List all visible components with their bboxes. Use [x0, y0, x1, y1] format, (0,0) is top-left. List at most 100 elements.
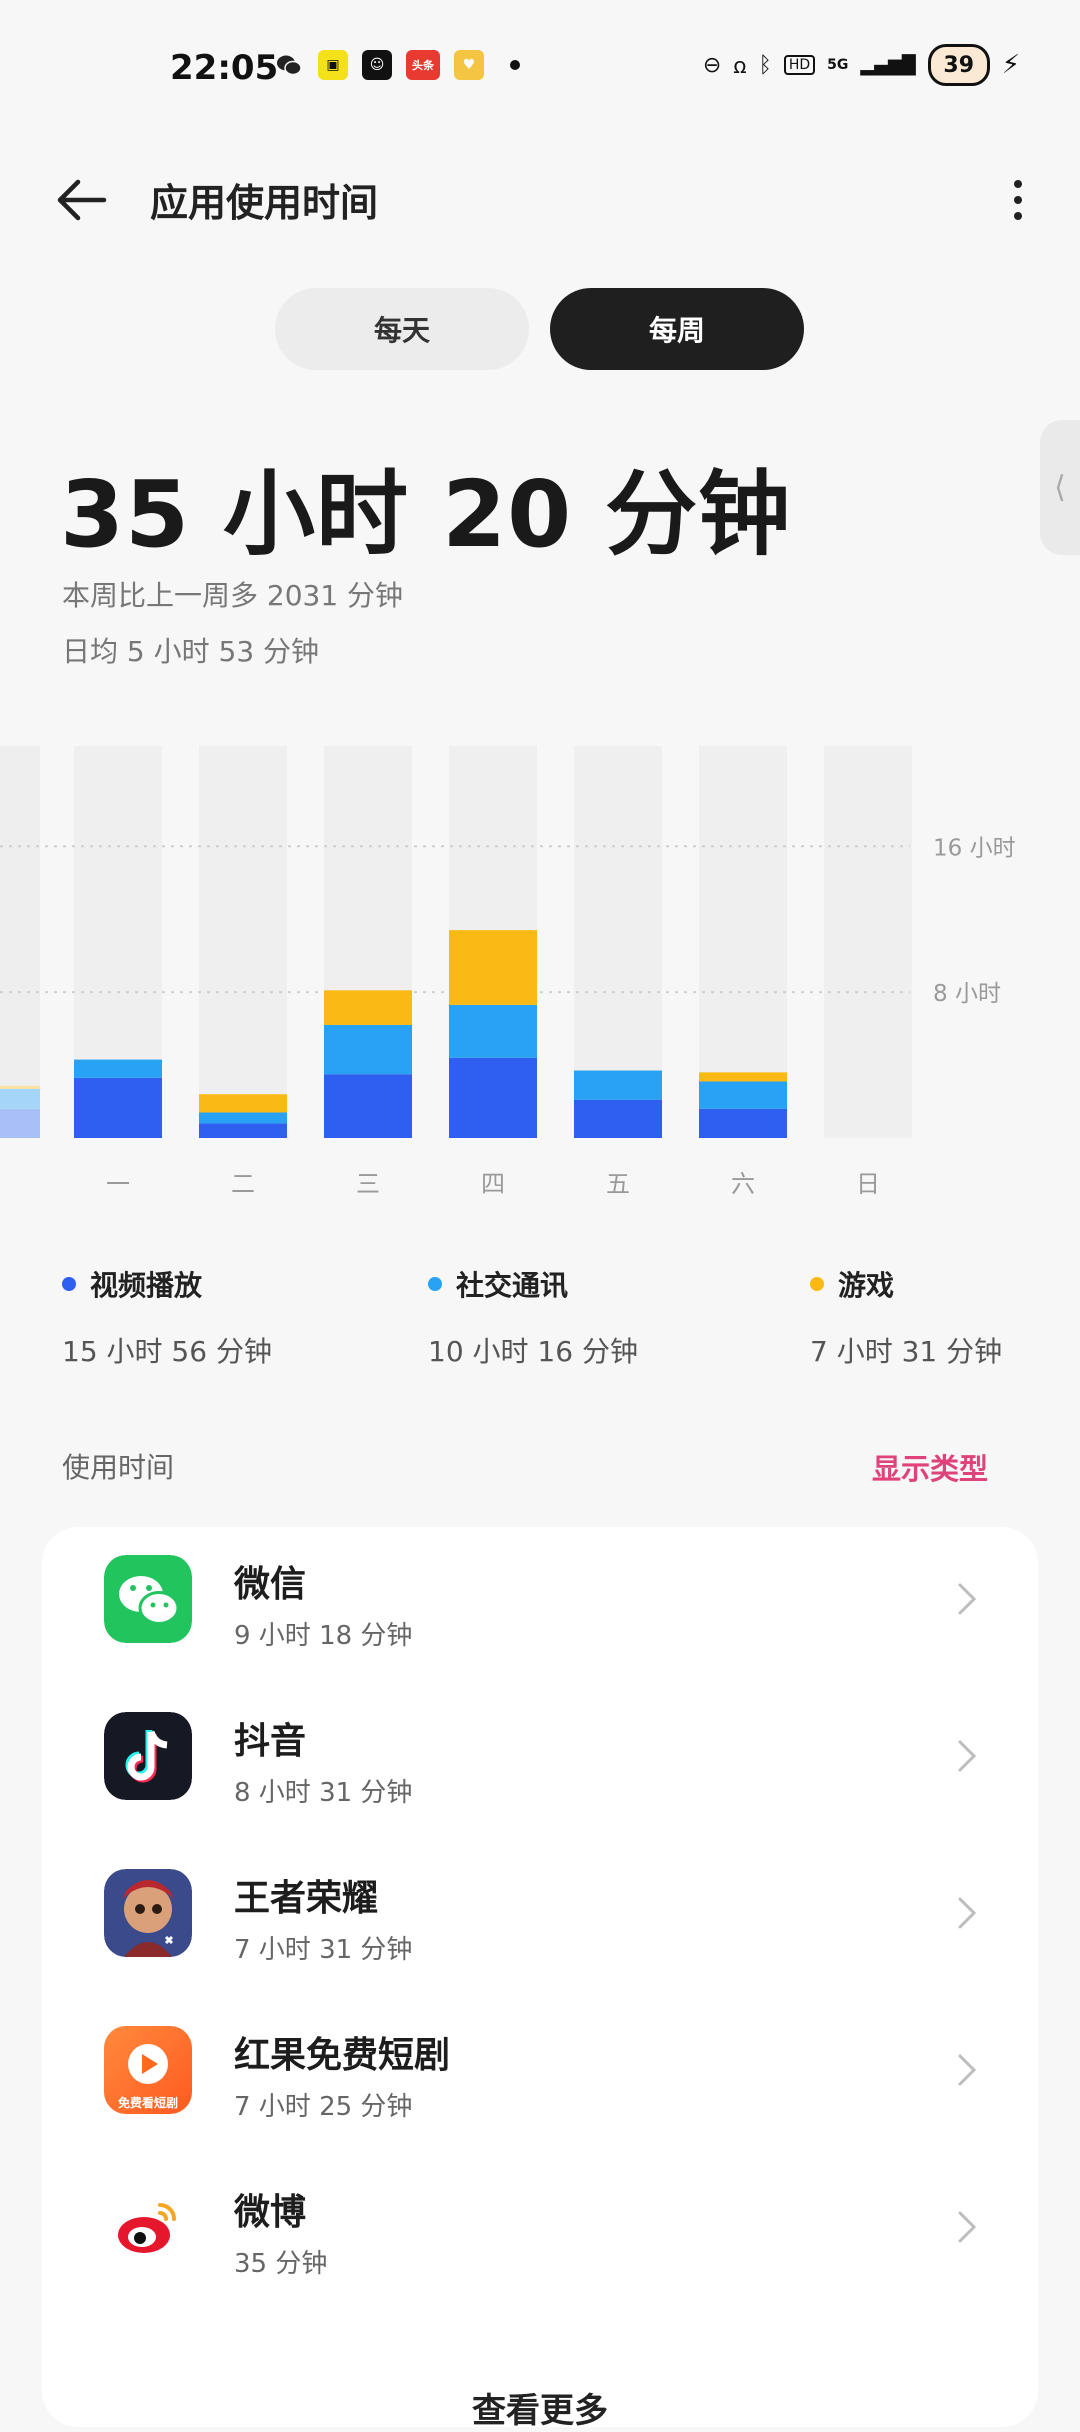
chart-bar-segment [699, 1108, 787, 1138]
nfc-icon: ꭥ [733, 54, 747, 79]
mode-icon: ⊖ [702, 52, 722, 78]
chart-bar-segment [699, 1072, 787, 1082]
chart-y-tick-label: 16 小时 [933, 835, 1016, 861]
toutiao-icon: 头条 [406, 50, 440, 80]
legend-dot [62, 1277, 76, 1291]
tab-weekly[interactable]: 每周 [550, 288, 804, 370]
chart-x-tick-label: 四 [481, 1170, 505, 1198]
status-time: 22:05 [170, 48, 279, 88]
chevron-right-icon [958, 1897, 977, 1929]
app-usage-time: 8 小时 31 分钟 [234, 1778, 413, 1808]
legend-total: 10 小时 16 分钟 [428, 1335, 638, 1368]
chart-bar-segment-previous [0, 1108, 40, 1138]
chart-x-tick-label: 三 [356, 1170, 380, 1198]
hd-icon: HD [783, 55, 816, 75]
week-comparison: 本周比上一周多 2031 分钟 [62, 579, 404, 612]
app-name: 微博 [234, 2192, 307, 2233]
app-name: 微信 [234, 1564, 307, 1605]
tab-daily[interactable]: 每天 [275, 288, 529, 370]
legend-item-games: 游戏 7 小时 31 分钟 [810, 1264, 1002, 1370]
status-right: ⊖ ꭥ ᛒ HD 5G ▂▄▆█ 39 ⚡ [703, 44, 1020, 86]
chart-bar-segment [199, 1094, 287, 1113]
heart-app-icon: ♥ [454, 50, 484, 80]
chart-bar-segment [699, 1081, 787, 1109]
app-usage-time: 9 小时 18 分钟 [234, 1621, 413, 1651]
hongguo-icon-text: 免费看短剧 [117, 2096, 178, 2110]
app-usage-time: 35 分钟 [234, 2249, 328, 2279]
chart-bar-segment-previous [0, 1088, 40, 1109]
weekly-usage-chart[interactable]: 8 小时 16 小时一 二 三 四 五 六 日 [0, 730, 1080, 1200]
network-label: 5G [827, 57, 849, 73]
app-name: 红果免费短剧 [234, 2035, 451, 2076]
app-row-weibo[interactable]: 微博 35 分钟 [42, 2155, 1038, 2312]
app-row-honor-of-kings[interactable]: 王者荣耀 7 小时 31 分钟 [42, 1841, 1038, 1998]
legend-dot [810, 1277, 824, 1291]
signal-icon: ▂▄▆█ [860, 54, 916, 76]
daily-average: 日均 5 小时 53 分钟 [62, 635, 320, 668]
chevron-right-icon [958, 1740, 977, 1772]
chart-bar-segment [324, 1074, 412, 1138]
chart-bar-track-previous [0, 746, 40, 1138]
chart-bar-track [824, 746, 912, 1138]
more-options-icon[interactable] [996, 170, 1040, 230]
show-category-button[interactable]: 显示类型 [872, 1446, 988, 1488]
honor-of-kings-icon [104, 1869, 192, 1957]
total-usage-time: 35 小时 20 分钟 [60, 461, 792, 568]
side-panel-handle[interactable]: ⟨ [1040, 420, 1080, 555]
chart-x-tick-label: 五 [606, 1170, 630, 1198]
legend-name: 游戏 [838, 1269, 895, 1302]
chart-x-tick-label: 日 [856, 1170, 880, 1198]
back-arrow-icon[interactable] [52, 170, 112, 230]
charging-icon: ⚡ [1001, 50, 1020, 80]
chart-bar-track [199, 746, 287, 1138]
app-usage-list: 微信 9 小时 18 分钟 抖音 8 小时 31 分钟 王者荣耀 7 小时 31… [42, 1527, 1038, 2431]
legend-item-video: 视频播放 15 小时 56 分钟 [62, 1264, 272, 1370]
chart-x-tick-label: 二 [231, 1170, 255, 1198]
chart-bar-segment-previous [0, 1085, 40, 1089]
app-usage-time: 7 小时 25 分钟 [234, 2092, 413, 2122]
app-usage-time: 7 小时 31 分钟 [234, 1935, 413, 1965]
douyin-icon [104, 1712, 192, 1800]
legend-total: 7 小时 31 分钟 [810, 1335, 1003, 1368]
chevron-right-icon [958, 1583, 977, 1615]
app-row-douyin[interactable]: 抖音 8 小时 31 分钟 [42, 1684, 1038, 1841]
app-row-hongguo[interactable]: 免费看短剧 红果免费短剧 7 小时 25 分钟 [42, 1998, 1038, 2155]
chevron-right-icon [958, 2054, 977, 2086]
more-notifications-dot [510, 60, 520, 70]
legend-name: 社交通讯 [456, 1269, 569, 1302]
app-name: 抖音 [234, 1721, 307, 1762]
app-row-wechat[interactable]: 微信 9 小时 18 分钟 [42, 1527, 1038, 1684]
chart-x-tick-label: 一 [106, 1170, 130, 1198]
view-more-button[interactable]: 查看更多 [42, 2383, 1038, 2432]
chart-bar-segment [324, 990, 412, 1025]
weibo-icon [104, 2183, 192, 2271]
app-name: 王者荣耀 [234, 1878, 379, 1919]
usage-section-label: 使用时间 [62, 1451, 175, 1484]
chart-bar-segment [324, 1024, 412, 1075]
chart-bar-segment [199, 1123, 287, 1138]
wechat-icon [277, 55, 302, 76]
battery-indicator: 39 [927, 44, 990, 86]
app-smile-icon: ☺ [362, 50, 392, 80]
legend-dot [428, 1277, 442, 1291]
chart-bar-segment [74, 1059, 162, 1078]
chart-bar-segment [449, 1057, 537, 1138]
legend-total: 15 小时 56 分钟 [62, 1335, 272, 1368]
chevron-right-icon [958, 2211, 977, 2243]
hongguo-icon: 免费看短剧 [104, 2026, 192, 2114]
chart-y-tick-label: 8 小时 [933, 981, 1001, 1007]
chart-bar-segment [74, 1077, 162, 1138]
status-bar: 22:05 ▣ ☺ 头条 ♥ ⊖ ꭥ ᛒ HD 5G ▂▄▆█ 39 ⚡ [0, 0, 1080, 140]
wechat-icon [104, 1555, 192, 1643]
chart-bar-segment [199, 1112, 287, 1124]
app-badge-icon: ▣ [318, 50, 348, 80]
page-title: 应用使用时间 [150, 181, 379, 225]
app-header: 应用使用时间 [0, 150, 1080, 250]
chart-bar-segment [449, 930, 537, 1005]
chart-bar-segment [574, 1099, 662, 1138]
chart-bar-segment [449, 1004, 537, 1058]
notification-icons: ▣ ☺ 头条 ♥ [274, 50, 520, 80]
legend-item-social: 社交通讯 10 小时 16 分钟 [428, 1264, 638, 1370]
chart-bar-segment [574, 1070, 662, 1100]
chart-x-tick-label: 六 [731, 1170, 755, 1198]
